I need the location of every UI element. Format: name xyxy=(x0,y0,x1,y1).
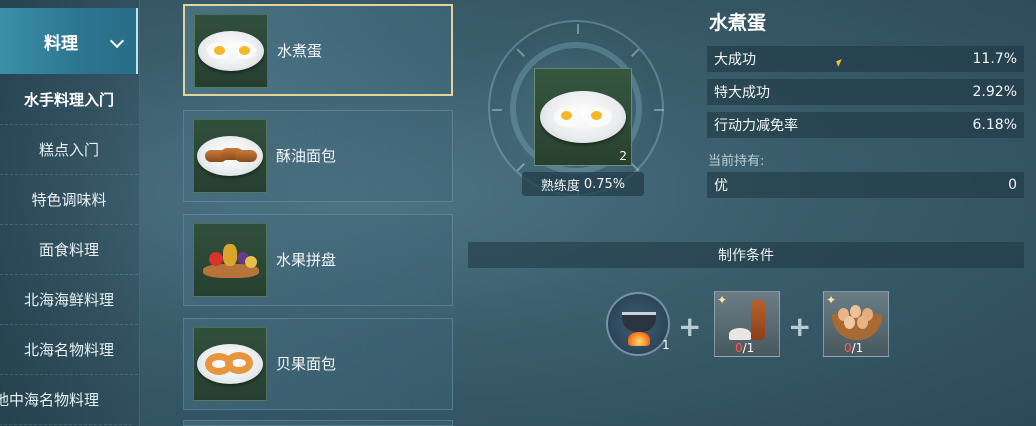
proficiency-value: 0.75% xyxy=(583,176,626,192)
crafting-conditions-header: 制作条件 xyxy=(468,242,1024,268)
cooking-pot-icon[interactable]: 1 xyxy=(606,292,670,356)
nav-item-label: 糕点入门 xyxy=(38,141,99,159)
nav-item-label: 水手料理入门 xyxy=(23,91,114,109)
ingredient-count: 0/1 xyxy=(844,341,864,355)
stat-value: 6.18% xyxy=(972,117,1017,133)
stat-label: 大成功 xyxy=(714,52,756,68)
nav-item-label: 北海名物料理 xyxy=(23,341,114,359)
stat-great-success: 大成功 11.7% xyxy=(707,46,1024,72)
eggs-basket-icon[interactable]: ✦ 0/1 xyxy=(823,291,889,357)
fire-icon xyxy=(628,332,650,346)
held-quality-value: 0 xyxy=(1008,177,1017,193)
nav-item-label: 北海海鲜料理 xyxy=(23,291,114,309)
sparkle-icon: ✦ xyxy=(717,293,728,307)
stat-label: 行动力减免率 xyxy=(714,118,798,134)
fruit-platter-icon xyxy=(193,223,267,297)
nav-item-north-sea-seafood[interactable]: 北海海鲜料理 xyxy=(0,275,138,325)
nav-item-label: 地中海名物料理 xyxy=(0,391,100,409)
nav-item-mediterranean-specialty[interactable]: 地中海名物料理 xyxy=(0,375,132,425)
recipe-name: 酥油面包 xyxy=(276,147,337,165)
chevron-down-icon xyxy=(109,33,125,49)
category-dropdown[interactable]: 料理 xyxy=(0,8,138,74)
recipe-card-boiled-egg[interactable]: 水煮蛋 xyxy=(183,4,453,96)
recipe-title: 水煮蛋 xyxy=(709,12,767,34)
proficiency-label: 熟练度 xyxy=(540,178,580,194)
nav-item-seasoning[interactable]: 特色调味料 xyxy=(0,175,138,225)
held-quality-label: 优 xyxy=(714,178,728,194)
held-label: 当前持有: xyxy=(708,154,765,169)
nav-item-noodles[interactable]: 面食料理 xyxy=(0,225,138,275)
recipe-card-partial[interactable] xyxy=(183,420,453,426)
held-quality-row: 优 0 xyxy=(707,172,1024,198)
plus-icon: + xyxy=(788,310,812,343)
recipe-card-fruit-platter[interactable]: 水果拼盘 xyxy=(183,214,453,306)
recipe-card-butter-bread[interactable]: 酥油面包 xyxy=(183,110,453,202)
stat-label: 特大成功 xyxy=(714,85,770,101)
stat-value: 2.92% xyxy=(972,84,1017,100)
boiled-egg-icon xyxy=(194,14,268,88)
item-count: 2 xyxy=(619,149,627,163)
recipe-name: 贝果面包 xyxy=(276,355,337,373)
tool-count: 1 xyxy=(662,338,670,352)
ingredient-count: 0/1 xyxy=(735,341,755,355)
recipe-card-bagel[interactable]: 贝果面包 xyxy=(183,318,453,410)
nav-item-label: 面食料理 xyxy=(38,241,99,259)
butter-bread-icon xyxy=(193,119,267,193)
nav-item-north-sea-specialty[interactable]: 北海名物料理 xyxy=(0,325,138,375)
plus-icon: + xyxy=(678,310,702,343)
proficiency-readout: 熟练度 0.75% xyxy=(522,172,644,196)
nav-item-label: 特色调味料 xyxy=(31,191,107,209)
stat-huge-success: 特大成功 2.92% xyxy=(707,79,1024,105)
sparkle-icon: ✦ xyxy=(826,293,837,307)
salt-pepper-icon[interactable]: ✦ 0/1 xyxy=(714,291,780,357)
recipe-name: 水果拼盘 xyxy=(276,251,337,269)
category-sidebar: 料理 水手料理入门 糕点入门 特色调味料 面食料理 北海海鲜料理 北海名物料理 … xyxy=(0,0,140,426)
category-dropdown-label: 料理 xyxy=(44,33,78,54)
stat-value: 11.7% xyxy=(972,51,1017,67)
crafting-conditions-label: 制作条件 xyxy=(718,248,774,264)
boiled-egg-icon: 2 xyxy=(534,68,632,166)
nav-item-sailor-cooking[interactable]: 水手料理入门 xyxy=(0,75,138,125)
stat-action-reduction: 行动力减免率 6.18% xyxy=(707,112,1024,138)
bagel-icon xyxy=(193,327,267,401)
recipe-name: 水煮蛋 xyxy=(277,42,323,60)
nav-item-pastry[interactable]: 糕点入门 xyxy=(0,125,138,175)
